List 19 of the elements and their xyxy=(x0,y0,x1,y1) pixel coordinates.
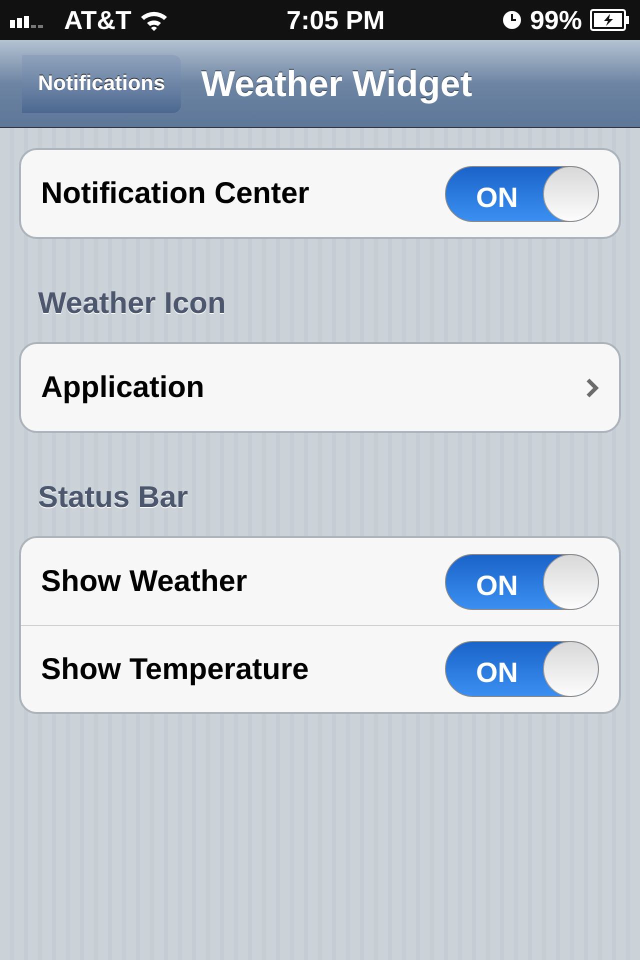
setting-label: Show Weather xyxy=(41,564,248,600)
wifi-icon xyxy=(139,9,170,31)
battery-icon xyxy=(590,9,630,31)
clock-time: 7:05 PM xyxy=(286,4,385,36)
section-header: Weather Icon xyxy=(38,286,227,322)
back-button[interactable]: Notifications xyxy=(22,54,182,112)
setting-label: Notification Center xyxy=(41,176,310,212)
toggle-switch[interactable]: ON xyxy=(445,554,599,610)
chevron-icon xyxy=(585,376,599,398)
toggle-switch[interactable]: ON xyxy=(445,641,599,697)
toggle-switch[interactable]: ON xyxy=(445,166,599,222)
page-title: Weather Widget xyxy=(201,62,472,106)
disclosure-row[interactable]: Application xyxy=(21,344,619,431)
carrier-name: AT&T xyxy=(64,4,132,36)
clock-icon xyxy=(502,10,522,30)
battery-percent: 99% xyxy=(530,4,582,36)
section-header: Status Bar xyxy=(38,480,190,516)
setting-label: Show Temperature xyxy=(41,652,309,688)
setting-label: Application xyxy=(41,370,204,406)
